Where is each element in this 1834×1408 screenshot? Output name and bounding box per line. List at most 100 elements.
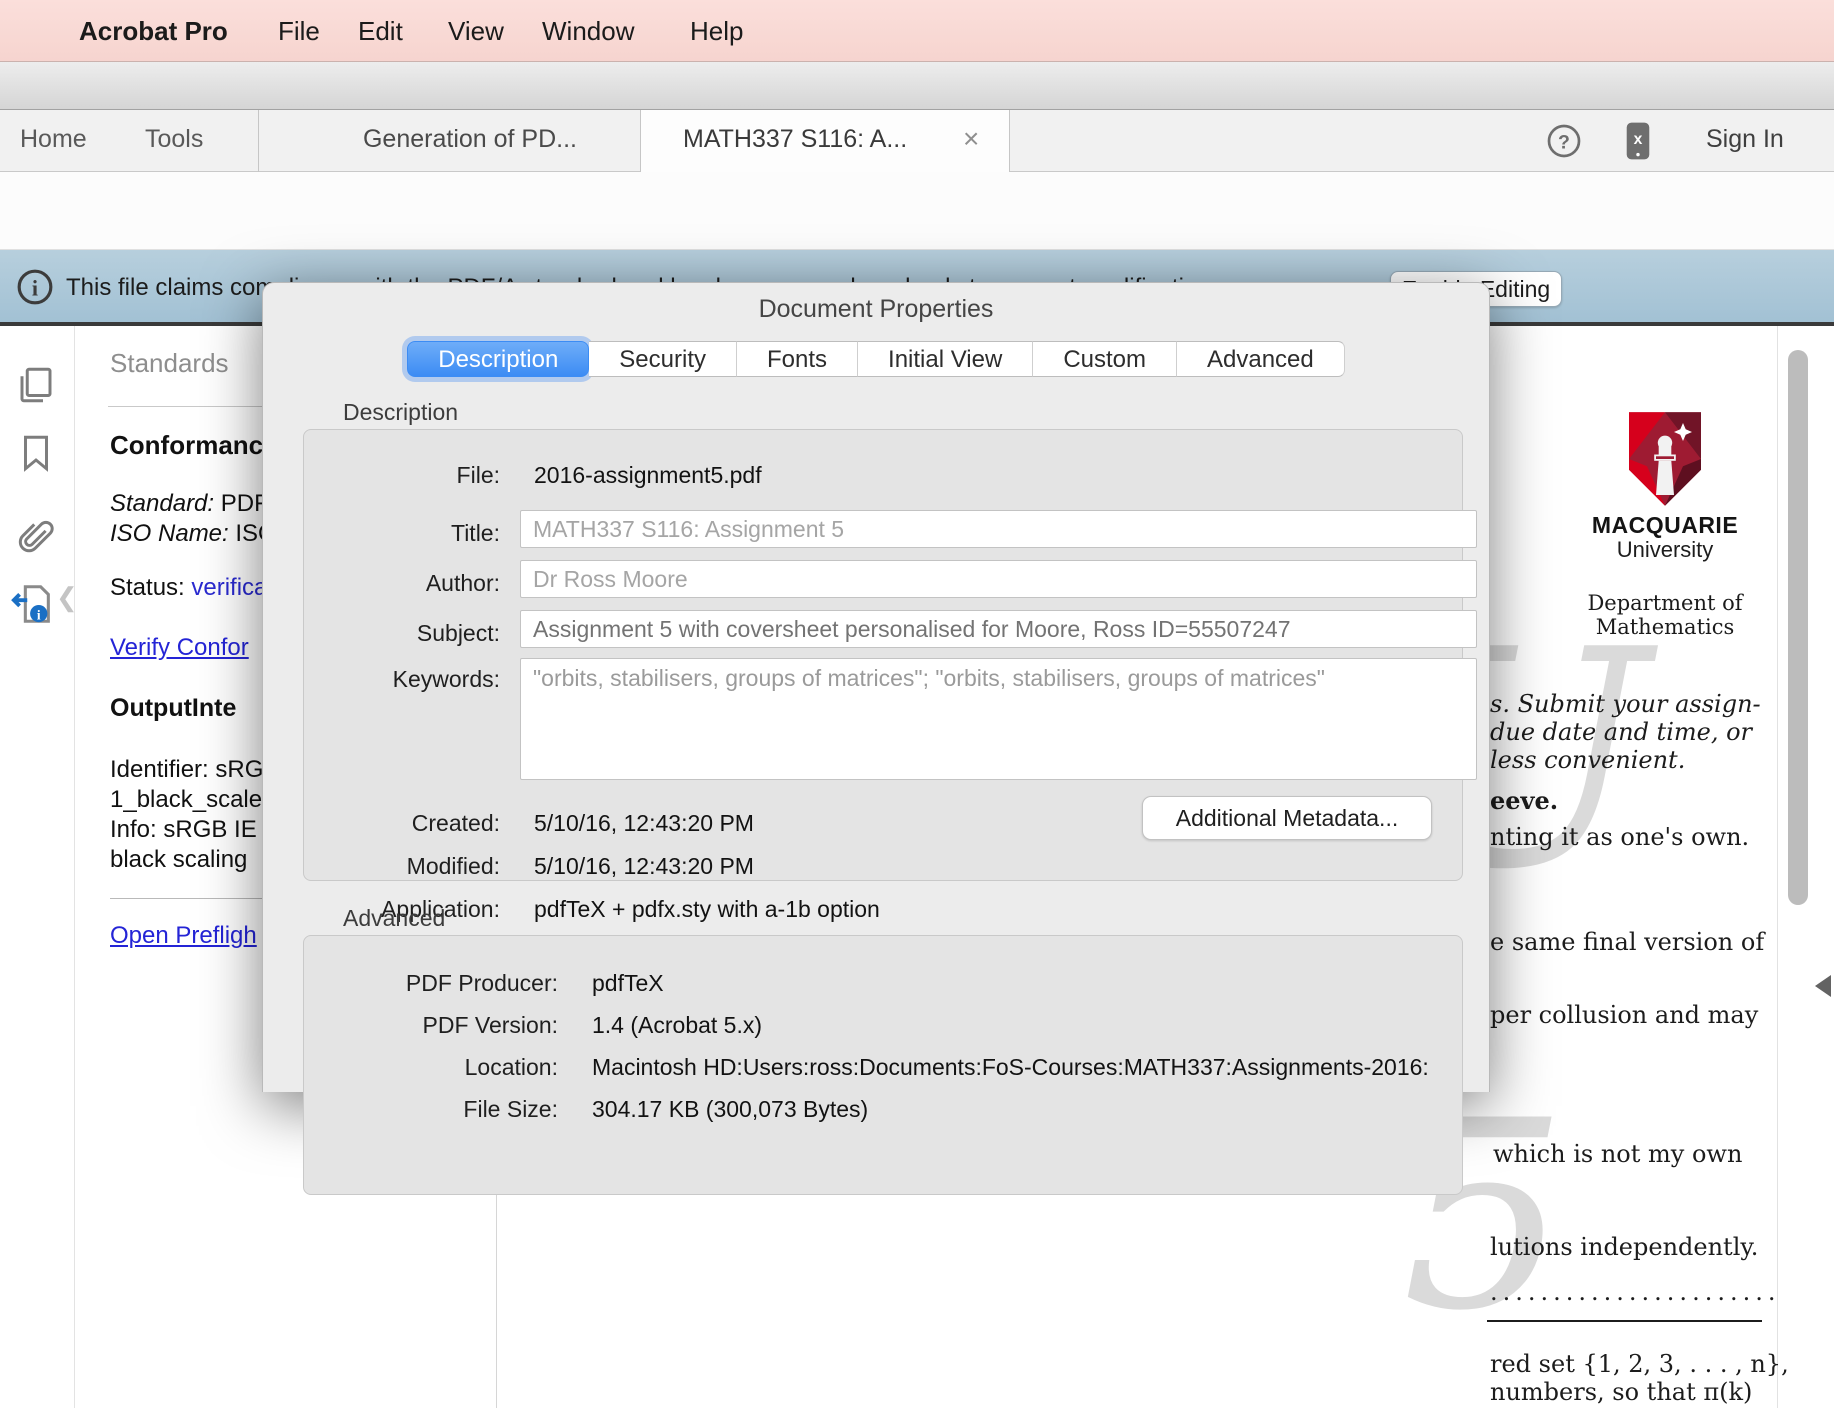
- pdf-text-fragment: numbers, so that π(k): [1490, 1378, 1752, 1406]
- file-label: File:: [304, 462, 500, 489]
- description-section-label: Description: [343, 399, 458, 426]
- file-size-value: 304.17 KB (300,073 Bytes): [592, 1096, 868, 1123]
- title-field[interactable]: [520, 510, 1477, 548]
- dialog-tab-initial-view[interactable]: Initial View: [858, 341, 1033, 377]
- file-value: 2016-assignment5.pdf: [534, 462, 762, 489]
- document-properties-dialog: Document Properties Description Security…: [262, 282, 1490, 1092]
- dialog-tab-description[interactable]: Description: [407, 341, 589, 377]
- conformance-heading: Conformance: [110, 430, 278, 461]
- active-tab-label: MATH337 S116: A...: [683, 125, 907, 154]
- vertical-scrollbar-thumb[interactable]: [1788, 350, 1808, 905]
- info-line: Info: sRGB IE: [110, 816, 257, 844]
- application-value: pdfTeX + pdfx.sty with a-1b option: [534, 896, 880, 923]
- pdf-producer-value: pdfTeX: [592, 970, 664, 997]
- svg-text:?: ?: [1558, 132, 1570, 154]
- help-icon[interactable]: ?: [1546, 123, 1582, 159]
- iso-name-label: ISO Name:: [110, 520, 229, 547]
- pdf-text-fragment: red set {1, 2, 3, . . . , n},: [1490, 1350, 1789, 1378]
- dialog-tab-fonts[interactable]: Fonts: [737, 341, 858, 377]
- department-line1: Department of: [1575, 591, 1755, 615]
- additional-metadata-button[interactable]: Additional Metadata...: [1142, 796, 1432, 840]
- pdf-text-fragment: eeve.: [1490, 786, 1558, 815]
- location-label: Location:: [304, 1054, 558, 1081]
- info-icon: i: [16, 268, 54, 306]
- identifier-line: Identifier: sRG: [110, 756, 263, 784]
- menu-app-name[interactable]: Acrobat Pro: [79, 16, 228, 47]
- macos-menu-bar: Acrobat Pro File Edit View Window Help: [0, 0, 1834, 62]
- dialog-tab-strip: Description Security Fonts Initial View …: [263, 341, 1489, 377]
- pdf-text-fragment: due date and time, or: [1490, 718, 1752, 746]
- pdf-text-fragment: e same final version of: [1490, 928, 1764, 956]
- verify-conformance-link[interactable]: Verify Confor: [110, 634, 249, 662]
- author-field[interactable]: [520, 560, 1477, 598]
- tab-tools[interactable]: Tools: [145, 125, 203, 154]
- subject-field[interactable]: [520, 610, 1477, 648]
- document-tab-bar: Home Tools Generation of PD... MATH337 S…: [0, 110, 1834, 172]
- section-rule: [1487, 1320, 1762, 1322]
- description-panel: File: 2016-assignment5.pdf Title: Author…: [303, 429, 1463, 881]
- pdf-text-fragment: s. Submit your assign-: [1490, 690, 1761, 718]
- subject-label: Subject:: [304, 620, 500, 647]
- location-value: Macintosh HD:Users:ross:Documents:FoS-Co…: [592, 1054, 1429, 1081]
- right-panel-collapse-arrow[interactable]: [1815, 975, 1831, 997]
- info-line2: black scaling: [110, 846, 247, 874]
- logo-name: MACQUARIE: [1575, 512, 1755, 539]
- sign-in-button[interactable]: Sign In: [1706, 125, 1784, 154]
- dialog-tab-advanced[interactable]: Advanced: [1177, 341, 1345, 377]
- menu-item-edit[interactable]: Edit: [358, 16, 403, 47]
- pdf-text-fragment: less convenient.: [1490, 746, 1685, 774]
- bookmarks-icon[interactable]: [15, 432, 57, 474]
- window-title-bar: PDFλ MATH337 S116: Assignment 5: [0, 62, 1834, 110]
- standards-panel-title: Standards: [110, 348, 229, 379]
- macquarie-logo: MACQUARIE University Department of Mathe…: [1575, 412, 1755, 639]
- keywords-label: Keywords:: [304, 666, 500, 693]
- tab-home[interactable]: Home: [20, 125, 87, 154]
- pdf-text-fragment: lutions independently.: [1490, 1233, 1758, 1261]
- pdf-version-value: 1.4 (Acrobat 5.x): [592, 1012, 762, 1039]
- mobile-device-icon[interactable]: x: [1622, 121, 1654, 161]
- signature-dotted-line: .......................: [1490, 1278, 1780, 1306]
- menu-item-view[interactable]: View: [448, 16, 504, 47]
- tab-math337-active[interactable]: MATH337 S116: A... ×: [640, 110, 1010, 172]
- attachments-icon[interactable]: [15, 516, 57, 558]
- divider: [110, 898, 270, 899]
- logo-subtitle: University: [1575, 537, 1755, 563]
- department-line2: Mathematics: [1575, 615, 1755, 639]
- page-thumbnails-icon[interactable]: [15, 364, 57, 406]
- tab-generation-of-pdfa[interactable]: Generation of PD...: [300, 125, 640, 154]
- menu-item-help[interactable]: Help: [690, 16, 743, 47]
- acrobat-pro-window: Acrobat Pro File Edit View Window Help P…: [0, 0, 1834, 1408]
- pdf-text-fragment: nting it as one's own.: [1490, 823, 1749, 851]
- status-label: Status:: [110, 574, 191, 601]
- modified-label: Modified:: [304, 853, 500, 880]
- dialog-title: Document Properties: [263, 295, 1489, 324]
- title-label: Title:: [304, 520, 500, 547]
- standard-label: Standard:: [110, 490, 214, 517]
- open-preflight-link[interactable]: Open Prefligh: [110, 922, 257, 950]
- dialog-tab-security[interactable]: Security: [589, 341, 737, 377]
- advanced-panel: PDF Producer: pdfTeX PDF Version: 1.4 (A…: [303, 935, 1463, 1195]
- dialog-tab-custom[interactable]: Custom: [1033, 341, 1177, 377]
- navigation-rail: i ❮: [0, 326, 75, 1408]
- menu-item-window[interactable]: Window: [542, 16, 634, 47]
- identifier-line2: 1_black_scale: [110, 786, 262, 814]
- pdf-version-label: PDF Version:: [304, 1012, 558, 1039]
- macquarie-shield-icon: [1629, 412, 1701, 506]
- pdf-text-fragment: per collusion and may: [1490, 1001, 1758, 1029]
- created-label: Created:: [304, 810, 500, 837]
- close-tab-icon[interactable]: ×: [963, 123, 979, 155]
- main-toolbar: / 2 65.9% ▼: [0, 172, 1834, 250]
- standards-panel-icon[interactable]: i: [10, 581, 52, 623]
- keywords-field[interactable]: "orbits, stabilisers, groups of matrices…: [520, 658, 1477, 780]
- author-label: Author:: [304, 570, 500, 597]
- modified-value: 5/10/16, 12:43:20 PM: [534, 853, 754, 880]
- file-size-label: File Size:: [304, 1096, 558, 1123]
- pdf-producer-label: PDF Producer:: [304, 970, 558, 997]
- output-intent-heading: OutputInte: [110, 694, 236, 723]
- created-value: 5/10/16, 12:43:20 PM: [534, 810, 754, 837]
- page-edge-line: [1777, 326, 1778, 1408]
- menu-item-file[interactable]: File: [278, 16, 320, 47]
- advanced-section-label: Advanced: [343, 905, 445, 932]
- svg-text:x: x: [1634, 131, 1643, 148]
- svg-text:i: i: [37, 607, 41, 622]
